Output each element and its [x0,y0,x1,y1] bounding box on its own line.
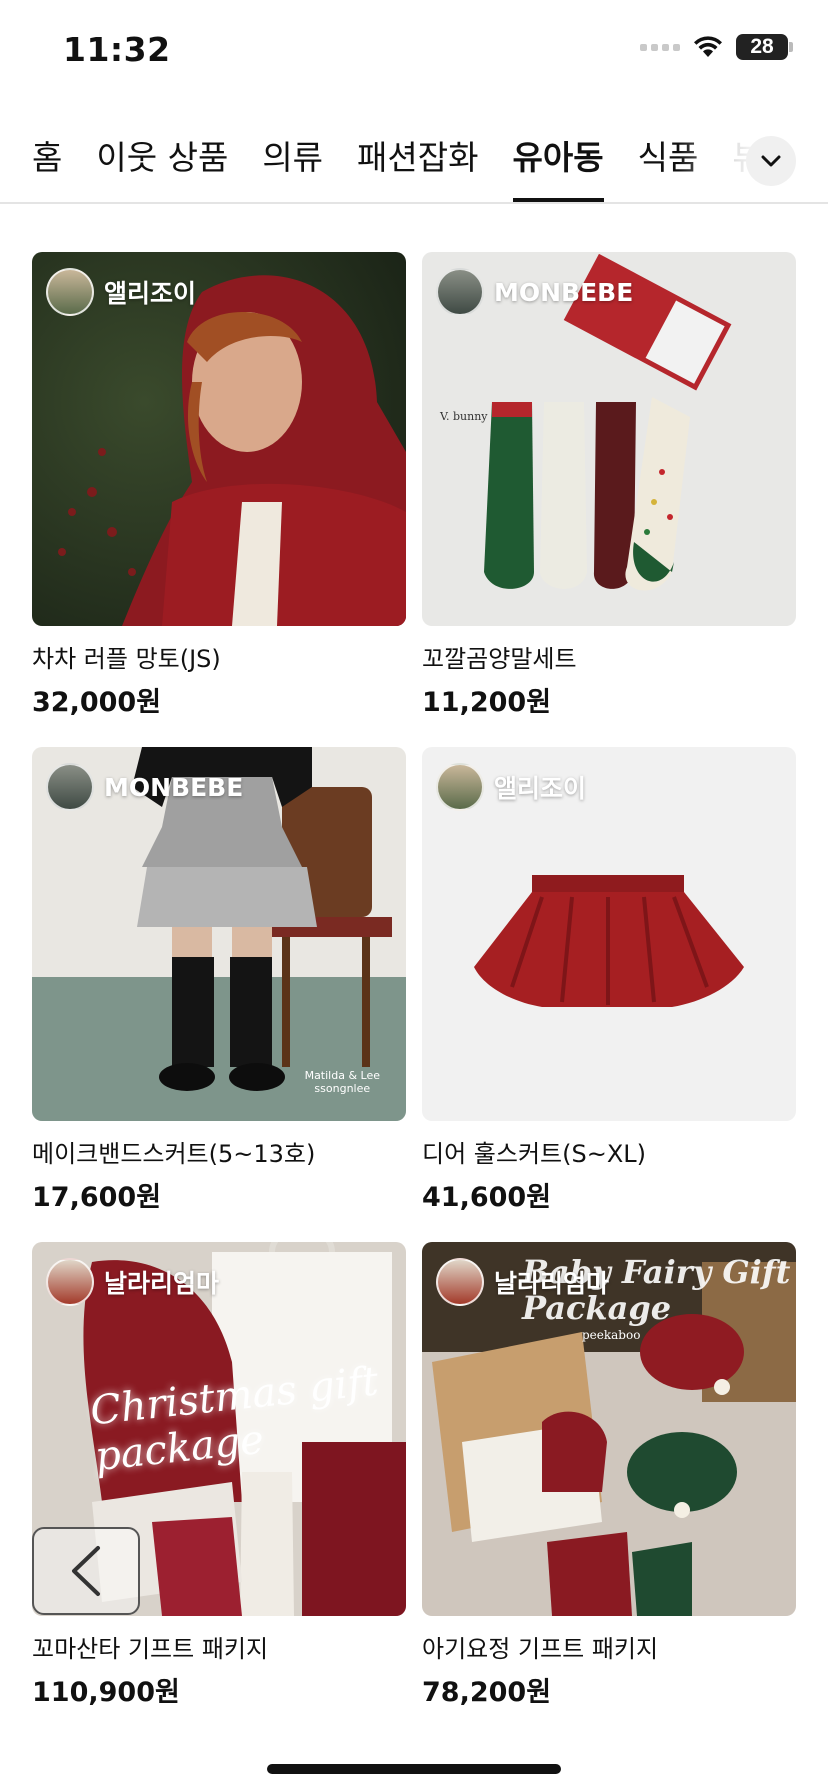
seller-name: 앨리조이 [494,774,587,803]
cellular-signal-icon [640,43,680,51]
product-card[interactable]: V. bunny MONBEBE 꼬깔곰양말세트 11,200원 [422,252,796,747]
seller-badge: MONBEBE [436,268,633,316]
product-image[interactable]: Baby Fairy Gift Package peekaboo 날라리엄마 [422,1242,796,1616]
product-image[interactable]: 앨리조이 [422,747,796,1121]
expand-tabs-button[interactable] [746,136,796,186]
product-title[interactable]: 메이크밴드스커트(5~13호) [32,1139,406,1169]
tab-fashion-accessories[interactable]: 패션잡화 [357,138,478,202]
product-card[interactable]: Christmas gift package 날라리엄마 꼬마산타 기프트 패키… [32,1242,406,1737]
product-price: 110,900원 [32,1677,180,1708]
product-card[interactable]: 앨리조이 차차 러플 망토(JS) 32,000원 [32,252,406,747]
battery-level: 28 [750,35,774,58]
seller-badge: 날라리엄마 [46,1258,219,1306]
home-indicator[interactable] [267,1764,561,1774]
product-price: 11,200원 [422,687,552,718]
product-price: 32,000원 [32,687,162,718]
seller-badge: MONBEBE [46,763,243,811]
image-text: Matilda & Lee ssongnlee [304,1069,380,1095]
chevron-left-icon [72,1546,100,1596]
seller-badge: 날라리엄마 [436,1258,609,1306]
image-text: V. bunny [440,410,488,423]
seller-badge: 앨리조이 [46,268,196,316]
seller-name: 앨리조이 [104,279,197,308]
seller-avatar [46,1258,94,1306]
product-title[interactable]: 꼬깔곰양말세트 [422,644,796,674]
product-price: 17,600원 [32,1182,162,1213]
status-time: 11:32 [63,30,171,69]
tab-clothing[interactable]: 의류 [262,138,323,202]
seller-name: 날라리엄마 [494,1269,610,1298]
status-bar: 11:32 28 [0,0,828,100]
seller-name: MONBEBE [104,772,244,802]
seller-avatar [46,268,94,316]
seller-name: MONBEBE [494,277,634,307]
category-tabs: 홈 이웃 상품 의류 패션잡화 유아동 식품 뷰티 [0,128,828,204]
product-image[interactable]: Matilda & Lee ssongnlee MONBEBE [32,747,406,1121]
seller-avatar [46,763,94,811]
seller-avatar [436,1258,484,1306]
product-price: 78,200원 [422,1677,552,1708]
product-card[interactable]: 앨리조이 디어 훌스커트(S~XL) 41,600원 [422,747,796,1242]
product-card[interactable]: Baby Fairy Gift Package peekaboo 날라리엄마 아… [422,1242,796,1737]
product-price: 41,600원 [422,1182,552,1213]
tab-neighbor-products[interactable]: 이웃 상품 [96,138,228,202]
status-indicators: 28 [640,34,793,60]
battery-icon: 28 [736,34,793,60]
wifi-icon [694,36,722,57]
product-title[interactable]: 디어 훌스커트(S~XL) [422,1139,796,1169]
seller-name: 날라리엄마 [104,1269,220,1298]
product-title[interactable]: 꼬마산타 기프트 패키지 [32,1634,406,1664]
chevron-down-icon [761,155,781,167]
product-title[interactable]: 아기요정 기프트 패키지 [422,1634,796,1664]
back-button[interactable] [32,1527,140,1615]
tab-kids[interactable]: 유아동 [512,138,604,202]
product-grid: 앨리조이 차차 러플 망토(JS) 32,000원 V. bunny MONBE… [32,252,796,1737]
product-title[interactable]: 차차 러플 망토(JS) [32,644,406,674]
product-card[interactable]: Matilda & Lee ssongnlee MONBEBE 메이크밴드스커트… [32,747,406,1242]
seller-badge: 앨리조이 [436,763,586,811]
seller-avatar [436,268,484,316]
product-image[interactable]: 앨리조이 [32,252,406,626]
image-subtext: peekaboo [582,1328,641,1342]
tab-home[interactable]: 홈 [32,138,62,202]
seller-avatar [436,763,484,811]
product-image[interactable]: V. bunny MONBEBE [422,252,796,626]
